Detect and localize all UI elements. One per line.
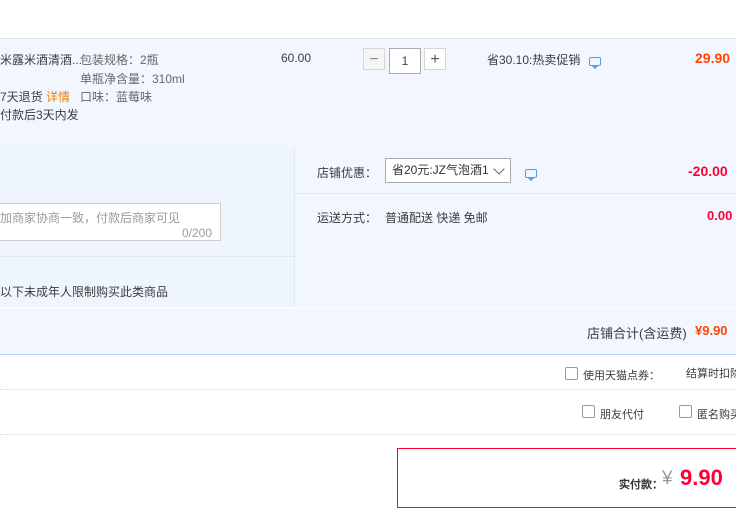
anonymous-label: 匿名购买 xyxy=(697,409,736,421)
return-policy-text: 7天退货 xyxy=(0,90,43,104)
shop-discount-selected: 省20元:JZ气泡酒1 xyxy=(392,163,489,177)
panel-row-divider xyxy=(295,193,736,194)
item-spec-flavor: 口味：蓝莓味 xyxy=(80,90,153,104)
quantity-decrease-button[interactable]: − xyxy=(363,48,385,70)
friend-pay-label: 朋友代付 xyxy=(600,409,644,421)
memo-placeholder: 加商家协商一致，付款后商家可见 xyxy=(0,211,181,225)
quantity-increase-button[interactable]: + xyxy=(424,48,446,70)
payment-amount: 9.90 xyxy=(680,465,723,490)
currency-symbol: ¥ xyxy=(662,468,673,489)
chat-bubble-icon[interactable] xyxy=(525,169,537,181)
ship-time: 付款后3天内发 xyxy=(0,108,79,122)
friend-pay-checkbox[interactable] xyxy=(582,405,595,418)
shop-discount-amount: -20.00 xyxy=(688,163,728,179)
quantity-input[interactable]: 1 xyxy=(389,48,421,74)
return-detail-link[interactable]: 详情 xyxy=(46,90,70,104)
tmall-points-checkbox[interactable] xyxy=(565,367,578,380)
tmall-points-label: 使用天猫点券： xyxy=(583,370,660,382)
return-policy: 7天退货 详情 xyxy=(0,88,70,105)
shop-discount-select[interactable]: 省20元:JZ气泡酒1 xyxy=(385,158,511,183)
shop-total-label: 店铺合计(含运费) xyxy=(587,326,687,341)
item-subtotal: 29.90 xyxy=(695,50,731,66)
panel-row-divider xyxy=(0,256,294,257)
memo-counter: 0/200 xyxy=(181,226,212,240)
item-spec-pack: 包装规格：2瓶 xyxy=(80,53,159,67)
shipping-label: 运送方式： xyxy=(317,211,378,225)
panel-divider xyxy=(294,147,295,307)
checkout-deduct-hint: 结算时扣除 xyxy=(686,368,736,380)
unit-price: 60.00 xyxy=(281,51,312,65)
anonymous-checkbox[interactable] xyxy=(679,405,692,418)
row-divider xyxy=(0,434,736,436)
row-divider xyxy=(0,389,736,391)
shop-discount-label: 店铺优惠： xyxy=(317,166,378,180)
item-spec-volume: 单瓶净含量：310ml xyxy=(80,72,185,86)
shipping-amount: 0.00 xyxy=(707,208,733,223)
promo-text: 省30.10:热卖促销 xyxy=(487,53,581,67)
payment-label: 实付款： xyxy=(619,479,663,491)
item-title-link[interactable]: 米露米酒清酒... xyxy=(0,51,82,68)
chevron-down-icon xyxy=(493,163,505,175)
shop-total-amount: ¥9.90 xyxy=(695,323,728,338)
chat-bubble-icon[interactable] xyxy=(588,57,601,69)
buyer-memo-textarea[interactable]: 加商家协商一致，付款后商家可见 0/200 xyxy=(0,203,221,241)
promo-info: 省30.10:热卖促销 xyxy=(487,51,601,69)
age-restriction-notice: 以下未成年人限制购买此类商品 xyxy=(0,285,169,299)
shipping-method: 普通配送 快递 免邮 xyxy=(385,211,488,225)
